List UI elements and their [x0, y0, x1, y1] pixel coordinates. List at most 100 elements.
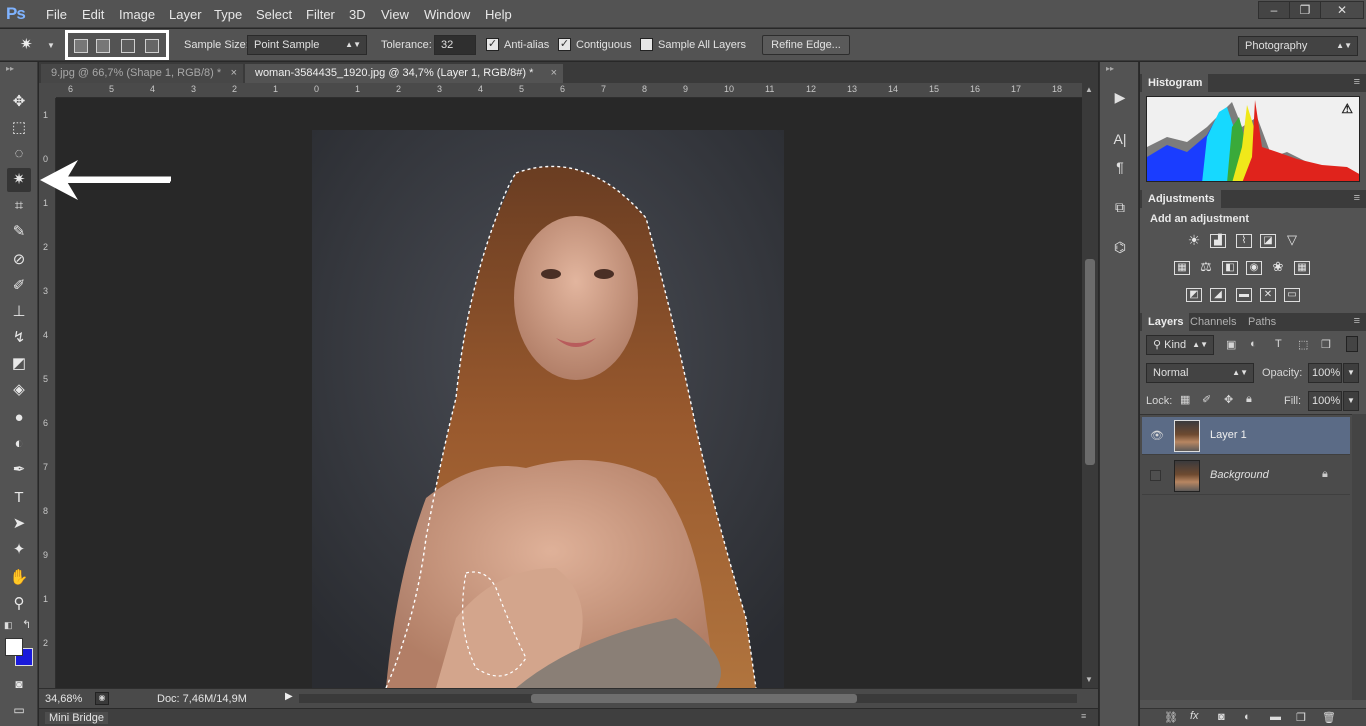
menu-select[interactable]: Select	[256, 7, 292, 22]
curves-icon[interactable]: ⌇	[1236, 234, 1252, 248]
close-icon[interactable]: ✕	[1320, 1, 1364, 19]
tab-layers[interactable]: Layers	[1142, 313, 1190, 331]
close-tab-icon[interactable]: ×	[231, 64, 237, 83]
minimize-icon[interactable]: –	[1258, 1, 1290, 19]
tab-document-1[interactable]: 9.jpg @ 66,7% (Shape 1, RGB/8) * ×	[41, 64, 243, 83]
lock-transparent-icon[interactable]: ▦	[1180, 393, 1190, 406]
hand-tool-icon[interactable]: ✋	[7, 566, 31, 590]
link-layers-icon[interactable]: ⛓	[1164, 711, 1178, 724]
3d-icon[interactable]: ⌬	[1108, 236, 1132, 258]
new-adjustment-layer-icon[interactable]: ◐	[1244, 711, 1251, 723]
layer-style-icon[interactable]: fx	[1190, 710, 1199, 722]
refine-edge-button[interactable]: Refine Edge...	[762, 35, 850, 55]
tab-adjustments[interactable]: Adjustments	[1142, 190, 1221, 208]
tool-preset-chevron-down-icon[interactable]: ▼	[47, 41, 55, 50]
panel-menu-icon[interactable]: ≡	[1354, 192, 1360, 204]
quick-mask-icon[interactable]: ◙	[7, 672, 31, 696]
channel-mixer-icon[interactable]: ❀	[1270, 260, 1286, 275]
menu-filter[interactable]: Filter	[306, 7, 335, 22]
color-lookup-icon[interactable]: ▦	[1294, 261, 1310, 275]
menu-window[interactable]: Window	[424, 7, 470, 22]
screen-mode-icon[interactable]: ▭	[7, 698, 31, 722]
tab-channels[interactable]: Channels	[1184, 313, 1242, 331]
path-selection-tool-icon[interactable]: ➤	[7, 512, 31, 536]
clone-stamp-tool-icon[interactable]: ⊥	[7, 300, 31, 324]
black-white-icon[interactable]: ◧	[1222, 261, 1238, 275]
layer-name[interactable]: Layer 1	[1210, 429, 1247, 441]
warning-icon[interactable]: ⚠	[1341, 101, 1353, 117]
history-brush-tool-icon[interactable]: ↯	[7, 326, 31, 350]
color-balance-icon[interactable]: ⚖	[1198, 260, 1214, 275]
marquee-tool-icon[interactable]: ⬚	[7, 116, 31, 140]
close-tab-icon[interactable]: ×	[551, 64, 557, 83]
zoom-level[interactable]: 34,68%	[45, 693, 82, 705]
document-canvas[interactable]	[56, 98, 1082, 688]
threshold-icon[interactable]: ▬	[1236, 288, 1252, 302]
dodge-tool-icon[interactable]: ◐	[7, 432, 31, 456]
tab-histogram[interactable]: Histogram	[1142, 74, 1209, 92]
panel-menu-icon[interactable]: ≡	[1354, 76, 1360, 88]
panel-menu-icon[interactable]: ≡	[1354, 315, 1360, 327]
gradient-map-icon[interactable]: ▭	[1284, 288, 1300, 302]
blend-mode-dropdown[interactable]: Normal ▲▼	[1146, 363, 1254, 383]
filter-adjustment-icon[interactable]: ◐	[1250, 338, 1257, 350]
ruler-origin[interactable]	[39, 83, 56, 98]
lock-all-icon[interactable]: 🔒︎	[1246, 393, 1252, 406]
vertical-scroll-thumb[interactable]	[1085, 259, 1095, 465]
layer-name[interactable]: Background	[1210, 469, 1269, 481]
menu-image[interactable]: Image	[119, 7, 155, 22]
tab-document-2[interactable]: woman-3584435_1920.jpg @ 34,7% (Layer 1,…	[245, 64, 563, 83]
invert-icon[interactable]: ◩	[1186, 288, 1202, 302]
menu-type[interactable]: Type	[214, 7, 242, 22]
filter-smart-object-icon[interactable]: ❒	[1321, 338, 1331, 351]
opacity-input[interactable]: 100%	[1308, 363, 1342, 383]
fill-chevron-down-icon[interactable]: ▼	[1343, 391, 1359, 411]
layers-scrollbar[interactable]	[1352, 414, 1366, 700]
play-actions-icon[interactable]: ▶	[1108, 86, 1132, 108]
healing-brush-tool-icon[interactable]: ⊘	[7, 248, 31, 272]
filter-toggle[interactable]	[1346, 336, 1358, 352]
filter-type-icon[interactable]: T	[1275, 338, 1282, 350]
layer-filter-kind-dropdown[interactable]: ⚲ Kind ▲▼	[1146, 335, 1214, 355]
paragraph-icon[interactable]: ¶	[1108, 156, 1132, 178]
layer-row-background[interactable]: Background 🔒︎	[1142, 457, 1350, 495]
menu-file[interactable]: File	[46, 7, 67, 22]
anti-alias-checkbox[interactable]: ✓	[486, 38, 499, 51]
sample-size-dropdown[interactable]: Point Sample ▲▼	[247, 35, 367, 55]
panel-menu-icon[interactable]: ≡	[1081, 711, 1086, 721]
add-to-selection-icon[interactable]	[96, 39, 110, 53]
vertical-scrollbar[interactable]: ▲ ▼	[1082, 83, 1098, 688]
sample-all-layers-checkbox[interactable]	[640, 38, 653, 51]
tolerance-input[interactable]: 32	[434, 35, 476, 55]
new-layer-icon[interactable]: ❐	[1296, 711, 1306, 724]
menu-3d[interactable]: 3D	[349, 7, 366, 22]
opacity-chevron-down-icon[interactable]: ▼	[1343, 363, 1359, 383]
clone-source-icon[interactable]: ⧉	[1108, 196, 1132, 218]
pen-tool-icon[interactable]: ✒	[7, 458, 31, 482]
brush-tool-icon[interactable]: ✐	[7, 274, 31, 298]
scroll-down-icon[interactable]: ▼	[1085, 675, 1093, 684]
mini-bridge-tab[interactable]: Mini Bridge	[45, 712, 109, 724]
shape-tool-icon[interactable]: ✦	[7, 538, 31, 562]
menu-help[interactable]: Help	[485, 7, 512, 22]
magic-wand-icon[interactable]: ✷	[20, 35, 42, 55]
selective-color-icon[interactable]: ✕	[1260, 288, 1276, 302]
exposure-icon[interactable]: ◪	[1260, 234, 1276, 248]
lasso-tool-icon[interactable]: ◌	[7, 142, 31, 166]
fill-input[interactable]: 100%	[1308, 391, 1342, 411]
menu-edit[interactable]: Edit	[82, 7, 104, 22]
horizontal-ruler[interactable]: 6 5 4 3 2 1 0 1 2 3 4 5 6 7 8 9 10 11 12 13 14 15 16 17 18	[56, 83, 1082, 98]
collapse-icon[interactable]: ▸▸	[1106, 64, 1114, 73]
filter-pixel-icon[interactable]: ▣	[1226, 338, 1236, 351]
zoom-tool-icon[interactable]: ⚲	[7, 592, 31, 616]
photo-filter-icon[interactable]: ◉	[1246, 261, 1262, 275]
restore-icon[interactable]: ❐	[1289, 1, 1321, 19]
new-selection-icon[interactable]	[74, 39, 88, 53]
horizontal-scrollbar[interactable]	[299, 694, 1077, 703]
lock-position-icon[interactable]: ✥	[1224, 393, 1233, 406]
subtract-from-selection-icon[interactable]	[121, 39, 135, 53]
scroll-up-icon[interactable]: ▲	[1085, 85, 1093, 94]
visibility-toggle-off[interactable]	[1150, 470, 1161, 481]
levels-icon[interactable]: ▟	[1210, 234, 1226, 248]
blur-tool-icon[interactable]: ●	[7, 406, 31, 430]
